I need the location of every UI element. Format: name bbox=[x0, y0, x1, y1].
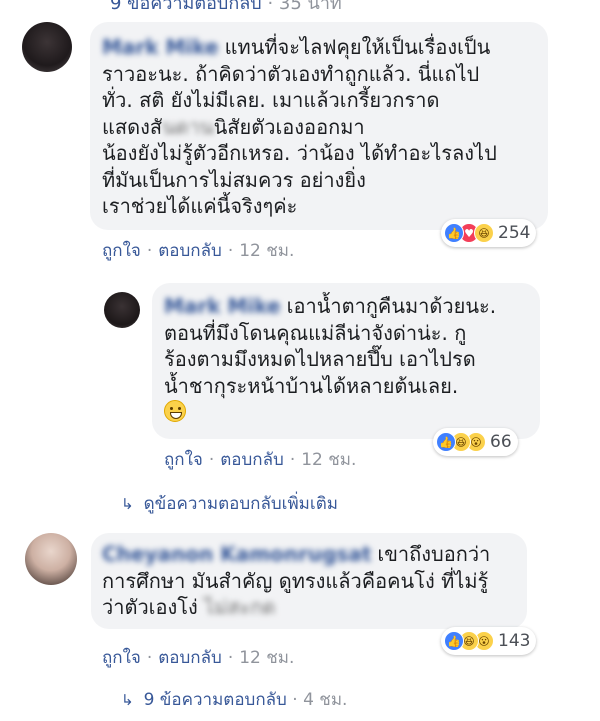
reactions-summary[interactable]: 👍 ♥ 😆 254 bbox=[441, 219, 537, 247]
reactions-summary[interactable]: 👍 😆 😮 143 bbox=[441, 627, 537, 655]
like-link[interactable]: ถูกใจ bbox=[164, 450, 203, 470]
thumbs-up-icon: 👍 bbox=[444, 223, 464, 243]
reaction-count: 254 bbox=[498, 223, 531, 243]
comment-time[interactable]: 12 ชม. bbox=[301, 450, 356, 470]
previous-replies-link[interactable]: 9 ข้อความตอบกลับ · 35 นาที bbox=[110, 0, 342, 17]
commenter-name[interactable]: Cheyanon Kamonrugsat bbox=[102, 542, 371, 566]
comment-actions: ถูกใจ · ตอบกลับ · 12 ชม. bbox=[102, 648, 295, 668]
reply-link[interactable]: ตอบกลับ bbox=[220, 450, 284, 470]
previous-replies-text[interactable]: 9 ข้อความตอบกลับ bbox=[110, 0, 262, 14]
like-link[interactable]: ถูกใจ bbox=[102, 648, 141, 668]
thumbs-up-icon: 👍 bbox=[436, 432, 456, 452]
comment-time[interactable]: 12 ชม. bbox=[239, 241, 294, 261]
reaction-count: 143 bbox=[498, 631, 531, 651]
replier-name[interactable]: Mark Mike bbox=[164, 294, 281, 318]
previous-replies-time: 35 นาที bbox=[278, 0, 342, 14]
comment-text: Cheyanon Kamonrugsat เขาถึงบอกว่า การศึกษ… bbox=[102, 542, 491, 619]
reply-avatar[interactable] bbox=[104, 292, 140, 328]
grinning-face-icon bbox=[164, 400, 186, 422]
replies-time: 4 ชม. bbox=[303, 690, 348, 710]
reply-arrow-icon: ↳ bbox=[121, 495, 134, 513]
view-more-replies-link[interactable]: ↳ ดูข้อความตอบกลับเพิ่มเติม bbox=[121, 490, 338, 517]
censored-word: ันดาน bbox=[162, 114, 214, 139]
replies-count-link[interactable]: ↳ 9 ข้อความตอบกลับ · 4 ชม. bbox=[121, 686, 347, 713]
comment-actions: ถูกใจ · ตอบกลับ · 12 ชม. bbox=[102, 241, 295, 261]
censored-word: ไม่สะกด bbox=[204, 595, 276, 619]
commenter-name[interactable]: Mark Mike bbox=[102, 35, 219, 59]
reply-actions: ถูกใจ · ตอบกลับ · 12 ชม. bbox=[164, 450, 357, 470]
like-link[interactable]: ถูกใจ bbox=[102, 241, 141, 261]
commenter-avatar[interactable] bbox=[25, 533, 77, 585]
laughing-face-icon: 😆 bbox=[474, 223, 494, 243]
commenter-avatar[interactable] bbox=[22, 22, 72, 72]
reaction-count: 66 bbox=[490, 432, 512, 452]
reply-link[interactable]: ตอบกลับ bbox=[158, 241, 222, 261]
comment-text: Mark Mike แทนที่จะไลฟคุยให้เป็นเรื่องเป็น… bbox=[102, 35, 497, 218]
reply-text: Mark Mike เอาน้ำตากูคืนมาด้วยนะ. ตอนที่มึ… bbox=[164, 293, 496, 426]
thumbs-up-icon: 👍 bbox=[444, 631, 464, 651]
reply-arrow-icon: ↳ bbox=[121, 691, 134, 709]
reply-link[interactable]: ตอบกลับ bbox=[158, 648, 222, 668]
comment-time[interactable]: 12 ชม. bbox=[239, 648, 294, 668]
reactions-summary[interactable]: 👍 😆 😮 66 bbox=[433, 428, 518, 456]
